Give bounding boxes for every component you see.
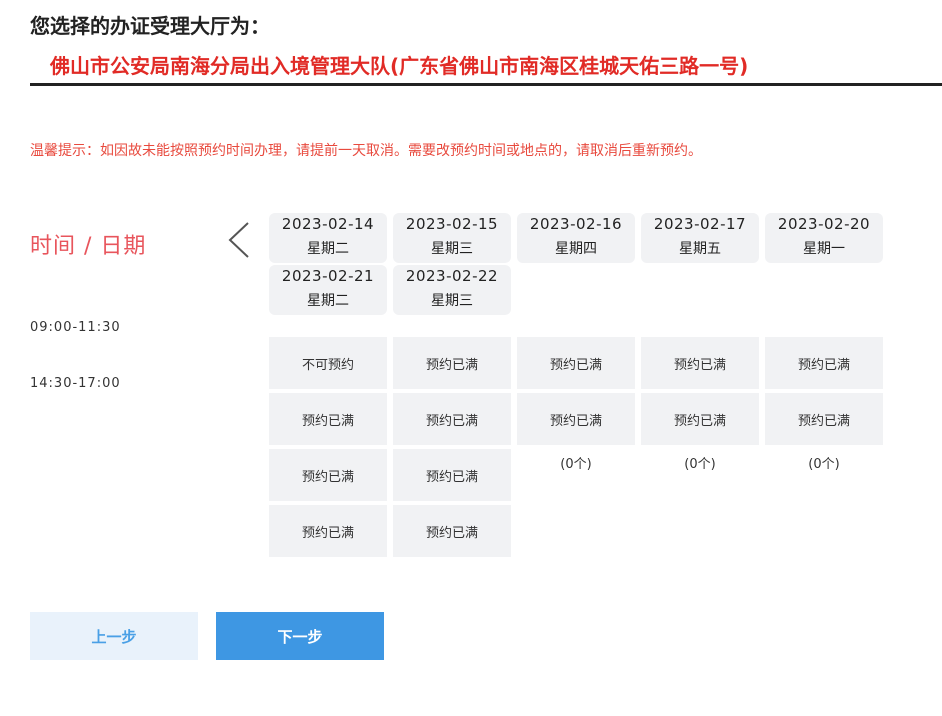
time-slot-morning: 09:00-11:30 [30, 320, 121, 335]
slot-cell[interactable]: 预约已满 [393, 505, 511, 557]
date-tab[interactable]: 2023-02-15 星期三 [393, 213, 511, 263]
slot-cell[interactable]: 预约已满 [393, 393, 511, 445]
date-tab-date: 2023-02-14 [281, 215, 375, 233]
date-tab-weekday: 星期二 [307, 241, 349, 257]
slot-count: (0个) [808, 457, 840, 472]
slot-cell[interactable]: 预约已满 [269, 393, 387, 445]
slot-cell[interactable]: 预约已满 [393, 337, 511, 389]
slot-cell[interactable]: 不可预约 [269, 337, 387, 389]
slot-cell[interactable]: 预约已满 [765, 337, 883, 389]
date-tab-date: 2023-02-15 [405, 215, 499, 233]
date-tab-weekday: 星期三 [431, 241, 473, 257]
date-tab-date: 2023-02-22 [405, 267, 499, 285]
date-tab-weekday: 星期一 [803, 241, 845, 257]
date-tab[interactable]: 2023-02-21 星期二 [269, 265, 387, 315]
slot-count: (0个) [684, 457, 716, 472]
date-tab[interactable]: 2023-02-17 星期五 [641, 213, 759, 263]
chevron-left-icon[interactable] [226, 220, 252, 260]
date-tab-weekday: 星期四 [555, 241, 597, 257]
slot-count: (0个) [560, 457, 592, 472]
reminder-tip: 温馨提示：如因故未能按照预约时间办理，请提前一天取消。需要改预约时间或地点的，请… [30, 143, 702, 159]
date-tab-date: 2023-02-20 [777, 215, 871, 233]
slot-cell[interactable]: 预约已满 [269, 449, 387, 501]
prev-step-button[interactable]: 上一步 [30, 612, 198, 660]
date-tab[interactable]: 2023-02-20 星期一 [765, 213, 883, 263]
slot-cell[interactable]: 预约已满 [641, 337, 759, 389]
date-tab[interactable]: 2023-02-14 星期二 [269, 213, 387, 263]
slot-cell[interactable]: 预约已满 [517, 393, 635, 445]
slot-cell[interactable]: 预约已满 [393, 449, 511, 501]
time-slot-afternoon: 14:30-17:00 [30, 376, 121, 391]
slot-cell[interactable]: 预约已满 [765, 393, 883, 445]
time-date-label: 时间 / 日期 [30, 234, 147, 259]
date-tab-weekday: 星期三 [431, 293, 473, 309]
date-tab[interactable]: 2023-02-22 星期三 [393, 265, 511, 315]
header-divider [30, 83, 942, 86]
date-tab-weekday: 星期二 [307, 293, 349, 309]
date-tab-weekday: 星期五 [679, 241, 721, 257]
slot-cell[interactable]: 预约已满 [269, 505, 387, 557]
date-tab-date: 2023-02-21 [281, 267, 375, 285]
date-tab[interactable]: 2023-02-16 星期四 [517, 213, 635, 263]
date-tab-date: 2023-02-16 [529, 215, 623, 233]
slot-cell[interactable]: 预约已满 [641, 393, 759, 445]
selected-hall-label: 您选择的办证受理大厅为： [30, 14, 270, 38]
selected-hall-name: 佛山市公安局南海分局出入境管理大队(广东省佛山市南海区桂城天佑三路一号) [50, 54, 749, 78]
slot-cell[interactable]: 预约已满 [517, 337, 635, 389]
next-step-button[interactable]: 下一步 [216, 612, 384, 660]
date-tab-date: 2023-02-17 [653, 215, 747, 233]
